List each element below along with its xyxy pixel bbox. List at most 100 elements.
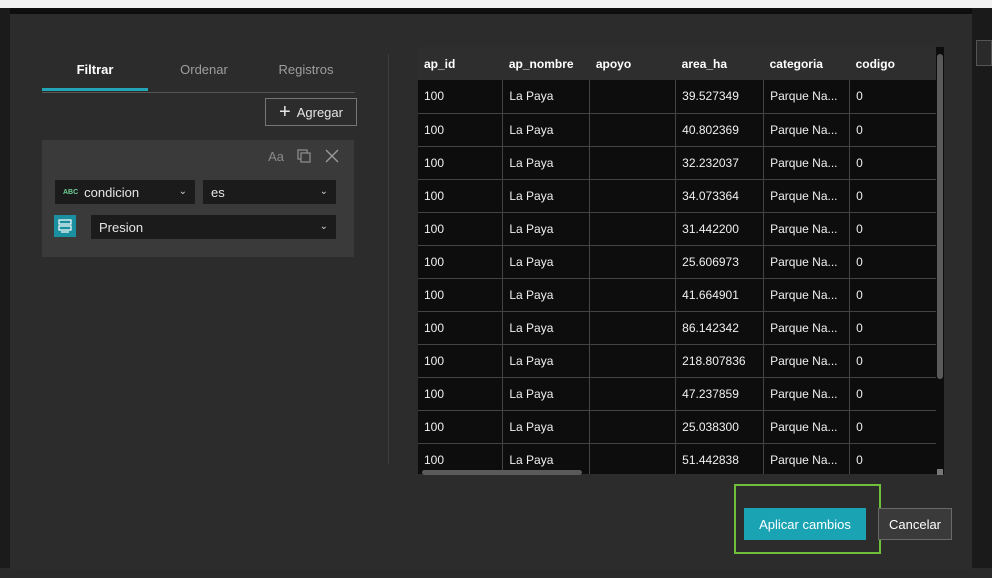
cancel-button[interactable]: Cancelar [878, 508, 952, 540]
table-row[interactable]: 100 La Paya 25.606973 Parque Na... 0 [418, 245, 943, 279]
apply-changes-button[interactable]: Aplicar cambios [744, 508, 866, 540]
table-row[interactable]: 100 La Paya 25.038300 Parque Na... 0 [418, 410, 943, 444]
value-select-value: Presion [99, 219, 144, 235]
column-header-area-ha[interactable]: area_ha [675, 47, 764, 80]
value-select[interactable]: Presion ⌄ [90, 214, 337, 240]
table-cell-ap-nombre: La Paya [502, 344, 591, 378]
table-body: 100 La Paya 39.527349 Parque Na... 0 100 La Pa… [418, 80, 943, 474]
table-row[interactable]: 100 La Paya 47.237859 Parque Na... 0 [418, 377, 943, 411]
duplicate-icon[interactable] [296, 148, 312, 164]
vertical-scrollbar-thumb[interactable] [937, 54, 943, 379]
table-cell-ap-nombre: La Paya [502, 278, 591, 312]
table-cell-codigo: 0 [849, 410, 943, 444]
table-cell-area-ha: 39.527349 [675, 80, 765, 114]
close-icon[interactable] [324, 148, 340, 164]
background-side-button[interactable] [976, 40, 992, 66]
operator-select[interactable]: es ⌄ [202, 179, 337, 205]
table-row[interactable]: 100 La Paya 31.442200 Parque Na... 0 [418, 212, 943, 246]
table-row[interactable]: 100 La Paya 41.664901 Parque Na... 0 [418, 278, 943, 312]
table-cell-apoyo [589, 410, 677, 444]
table-cell-categoria: Parque Na... [763, 311, 851, 345]
table-cell-categoria: Parque Na... [763, 146, 851, 180]
table-cell-categoria: Parque Na... [763, 80, 851, 114]
table-cell-codigo: 0 [849, 311, 943, 345]
table-cell-ap-nombre: La Paya [502, 179, 591, 213]
chevron-down-icon: ⌄ [319, 221, 328, 232]
table-cell-categoria: Parque Na... [763, 113, 851, 147]
tab-filtrar[interactable]: Filtrar [42, 62, 148, 100]
table-cell-ap-id: 100 [418, 377, 504, 411]
table-cell-ap-id: 100 [418, 146, 504, 180]
table-cell-apoyo [589, 377, 677, 411]
table-cell-apoyo [589, 443, 677, 474]
horizontal-scrollbar-thumb[interactable] [422, 470, 582, 475]
table-cell-apoyo [589, 212, 677, 246]
table-cell-categoria: Parque Na... [763, 245, 851, 279]
scrollbar-corner [937, 469, 943, 475]
table-cell-codigo: 0 [849, 179, 943, 213]
table-row[interactable]: 100 La Paya 40.802369 Parque Na... 0 [418, 113, 943, 147]
table-cell-apoyo [589, 278, 677, 312]
column-header-categoria[interactable]: categoria [763, 47, 850, 80]
background-panel-right [972, 8, 992, 578]
table-cell-area-ha: 41.664901 [675, 278, 765, 312]
case-sensitive-icon[interactable]: Aa [268, 148, 284, 164]
string-type-icon: ABC [63, 188, 79, 196]
table-cell-ap-id: 100 [418, 311, 504, 345]
table-cell-categoria: Parque Na... [763, 443, 851, 474]
tab-ordenar[interactable]: Ordenar [154, 62, 254, 100]
value-type-toggle-icon[interactable] [54, 215, 76, 237]
add-filter-button[interactable]: + Agregar [265, 98, 357, 126]
table-cell-area-ha: 40.802369 [675, 113, 765, 147]
table-cell-categoria: Parque Na... [763, 179, 851, 213]
table-cell-ap-nombre: La Paya [502, 212, 591, 246]
filter-card: Aa ABC condicion ⌄ es ⌄ Presion ⌄ [42, 140, 354, 257]
table-cell-ap-id: 100 [418, 80, 504, 114]
table-row[interactable]: 100 La Paya 218.807836 Parque Na... 0 [418, 344, 943, 378]
table-cell-ap-id: 100 [418, 179, 504, 213]
table-cell-area-ha: 218.807836 [675, 344, 765, 378]
column-header-ap-nombre[interactable]: ap_nombre [502, 47, 590, 80]
tab-bar: Filtrar Ordenar Registros [42, 52, 355, 93]
active-tab-indicator [42, 88, 148, 91]
table-cell-ap-nombre: La Paya [502, 311, 591, 345]
table-cell-codigo: 0 [849, 80, 943, 114]
table-cell-apoyo [589, 80, 677, 114]
table-row[interactable]: 100 La Paya 34.073364 Parque Na... 0 [418, 179, 943, 213]
chevron-down-icon: ⌄ [178, 186, 187, 197]
table-row[interactable]: 100 La Paya 86.142342 Parque Na... 0 [418, 311, 943, 345]
table-cell-ap-id: 100 [418, 212, 504, 246]
table-cell-codigo: 0 [849, 443, 943, 474]
table-cell-ap-id: 100 [418, 245, 504, 279]
table-cell-area-ha: 32.232037 [675, 146, 765, 180]
table-cell-area-ha: 25.606973 [675, 245, 765, 279]
column-header-codigo[interactable]: codigo [849, 47, 943, 80]
field-select[interactable]: ABC condicion ⌄ [54, 179, 196, 205]
table-cell-area-ha: 86.142342 [675, 311, 765, 345]
table-cell-apoyo [589, 245, 677, 279]
table-cell-codigo: 0 [849, 245, 943, 279]
table-cell-codigo: 0 [849, 146, 943, 180]
table-row[interactable]: 100 La Paya 32.232037 Parque Na... 0 [418, 146, 943, 180]
table-cell-categoria: Parque Na... [763, 212, 851, 246]
table-cell-codigo: 0 [849, 113, 943, 147]
table-row[interactable]: 100 La Paya 39.527349 Parque Na... 0 [418, 80, 943, 114]
table-cell-area-ha: 31.442200 [675, 212, 765, 246]
records-table: ap_id ap_nombre apoyo area_ha categoria … [418, 47, 943, 474]
table-cell-codigo: 0 [849, 344, 943, 378]
table-cell-ap-nombre: La Paya [502, 146, 591, 180]
field-select-value: condicion [84, 184, 140, 200]
column-header-ap-id[interactable]: ap_id [418, 47, 503, 80]
table-cell-area-ha: 51.442838 [675, 443, 765, 474]
table-cell-categoria: Parque Na... [763, 344, 851, 378]
tab-registros[interactable]: Registros [256, 62, 356, 100]
table-cell-ap-id: 100 [418, 410, 504, 444]
column-header-apoyo[interactable]: apoyo [589, 47, 676, 80]
table-cell-ap-nombre: La Paya [502, 245, 591, 279]
table-cell-apoyo [589, 146, 677, 180]
table-cell-codigo: 0 [849, 377, 943, 411]
table-cell-apoyo [589, 113, 677, 147]
table-header-row: ap_id ap_nombre apoyo area_ha categoria … [418, 47, 943, 80]
table-cell-ap-id: 100 [418, 113, 504, 147]
filter-card-toolbar: Aa [268, 148, 340, 164]
